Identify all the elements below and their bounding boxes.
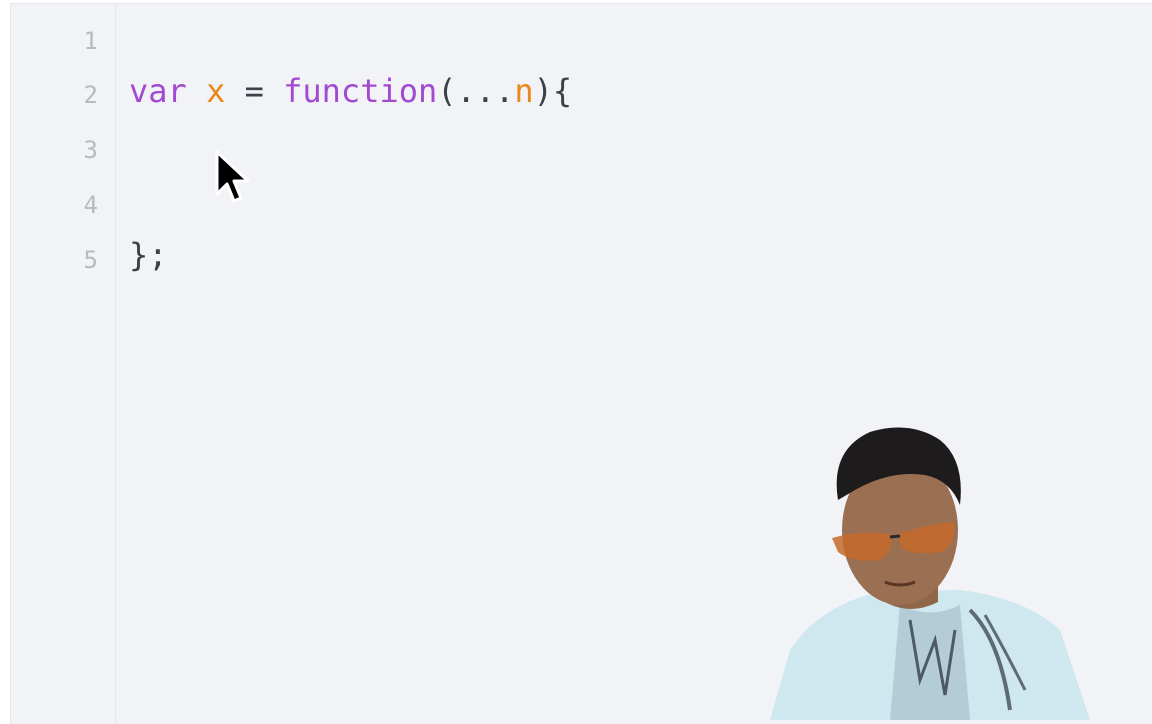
presenter-webcam-overlay	[770, 427, 1090, 720]
mouse-pointer-icon	[215, 150, 250, 203]
code-token-plain: (...	[437, 72, 515, 110]
code-token-var: x	[206, 72, 226, 110]
code-line-5[interactable]: };	[129, 235, 168, 275]
line-number-gutter: 1 2 3 4 5	[11, 4, 116, 724]
code-token-plain: };	[129, 236, 168, 274]
code-token-keyword: function	[283, 72, 438, 110]
line-number: 2	[83, 81, 98, 109]
code-token-keyword: var	[129, 72, 187, 110]
code-token-plain: ){	[533, 72, 573, 110]
line-number: 5	[83, 246, 98, 274]
line-number: 3	[83, 136, 98, 164]
code-token-plain: =	[225, 72, 284, 110]
line-number: 4	[83, 191, 98, 219]
screen: 1 2 3 4 5 var x = function(...n){ };	[0, 0, 1152, 724]
line-number: 1	[83, 27, 98, 55]
code-line-2[interactable]: var x = function(...n){	[129, 71, 572, 111]
code-token-var: n	[514, 72, 534, 110]
